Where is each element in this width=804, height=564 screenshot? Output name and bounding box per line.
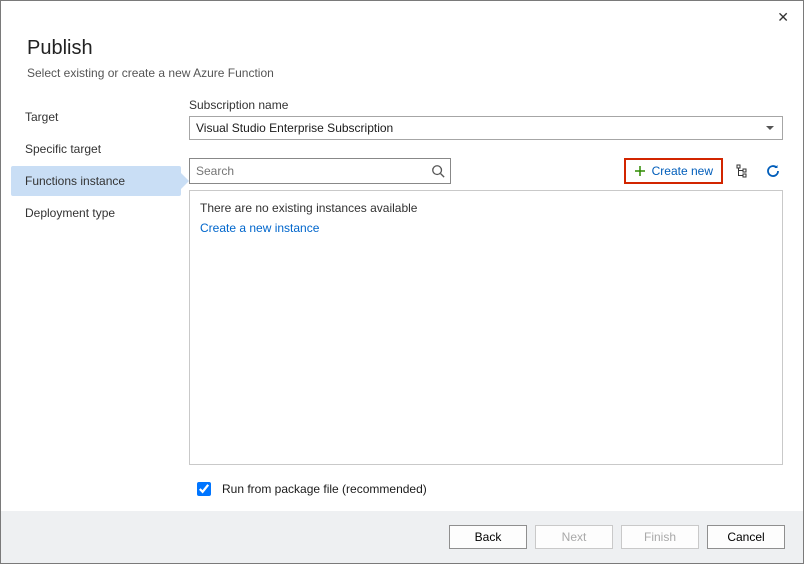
close-button[interactable]: ✕ xyxy=(773,7,793,28)
refresh-button[interactable] xyxy=(763,161,783,181)
subscription-value: Visual Studio Enterprise Subscription xyxy=(196,121,393,135)
create-new-label: Create new xyxy=(652,164,713,178)
empty-message: There are no existing instances availabl… xyxy=(200,201,772,215)
search-icon xyxy=(426,164,450,178)
dialog-subtitle: Select existing or create a new Azure Fu… xyxy=(27,66,777,80)
nav-label: Specific target xyxy=(25,142,101,156)
next-button[interactable]: Next xyxy=(535,525,613,549)
nav-item-target[interactable]: Target xyxy=(11,102,181,132)
cancel-button[interactable]: Cancel xyxy=(707,525,785,549)
nav-label: Deployment type xyxy=(25,206,115,220)
create-instance-link[interactable]: Create a new instance xyxy=(200,221,772,235)
subscription-label: Subscription name xyxy=(189,98,783,112)
finish-button[interactable]: Finish xyxy=(621,525,699,549)
create-new-highlight: Create new xyxy=(624,158,723,184)
nav-item-functions-instance[interactable]: Functions instance xyxy=(11,166,181,196)
dialog-body: Target Specific target Functions instanc… xyxy=(1,88,803,511)
back-button[interactable]: Back xyxy=(449,525,527,549)
search-box[interactable] xyxy=(189,158,451,184)
nav-item-deployment-type[interactable]: Deployment type xyxy=(11,198,181,228)
create-new-button[interactable]: Create new xyxy=(628,161,719,181)
tree-view-button[interactable] xyxy=(733,161,753,181)
content-panel: Subscription name Visual Studio Enterpri… xyxy=(181,98,793,511)
step-nav: Target Specific target Functions instanc… xyxy=(11,98,181,511)
nav-label: Target xyxy=(25,110,58,124)
search-input[interactable] xyxy=(190,159,426,183)
publish-dialog: ✕ Publish Select existing or create a ne… xyxy=(0,0,804,564)
plus-icon xyxy=(634,165,646,177)
subscription-dropdown[interactable]: Visual Studio Enterprise Subscription xyxy=(189,116,783,140)
nav-item-specific-target[interactable]: Specific target xyxy=(11,134,181,164)
nav-label: Functions instance xyxy=(25,174,125,188)
instances-list[interactable]: There are no existing instances availabl… xyxy=(189,190,783,465)
dialog-footer: Back Next Finish Cancel xyxy=(1,511,803,563)
run-from-package-row[interactable]: Run from package file (recommended) xyxy=(189,465,783,511)
dialog-title: Publish xyxy=(27,37,777,60)
run-from-package-label: Run from package file (recommended) xyxy=(222,482,427,496)
dialog-header: Publish Select existing or create a new … xyxy=(1,1,803,88)
run-from-package-checkbox[interactable] xyxy=(197,482,211,496)
toolbar-row: Create new xyxy=(189,158,783,184)
